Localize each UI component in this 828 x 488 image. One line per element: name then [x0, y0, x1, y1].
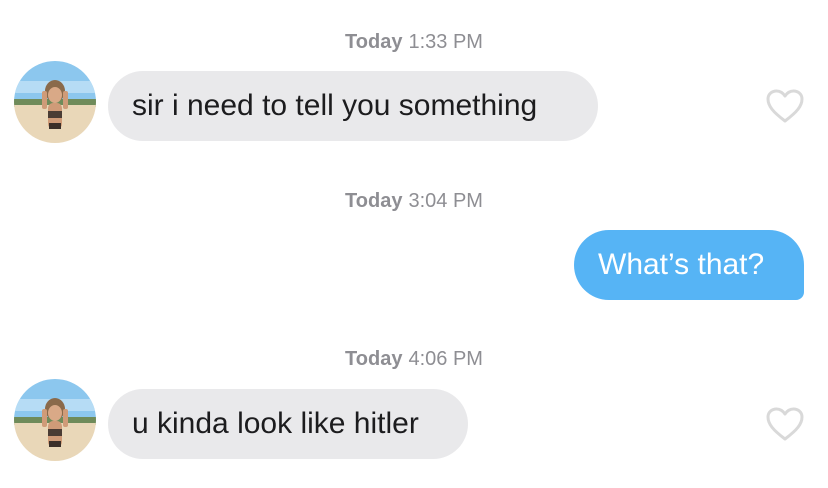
profile-photo: [14, 61, 96, 143]
timestamp-day: Today: [345, 31, 403, 53]
message-bubble-incoming[interactable]: u kinda look like hitler: [108, 389, 468, 459]
timestamp-day: Today: [345, 190, 403, 212]
profile-photo: [14, 379, 96, 461]
timestamp-3: Today 4:06 PM: [0, 347, 828, 371]
timestamp-time: 3:04 PM: [408, 190, 483, 212]
timestamp-1: Today 1:33 PM: [0, 30, 828, 54]
heart-outline-icon[interactable]: [765, 88, 805, 124]
timestamp-2: Today 3:04 PM: [0, 189, 828, 213]
avatar[interactable]: [14, 61, 96, 143]
heart-outline-icon[interactable]: [765, 406, 805, 442]
timestamp-time: 1:33 PM: [408, 31, 483, 53]
message-bubble-outgoing[interactable]: What’s that?: [574, 230, 804, 300]
timestamp-time: 4:06 PM: [408, 348, 483, 370]
avatar[interactable]: [14, 379, 96, 461]
timestamp-day: Today: [345, 348, 403, 370]
message-bubble-incoming[interactable]: sir i need to tell you something: [108, 71, 598, 141]
